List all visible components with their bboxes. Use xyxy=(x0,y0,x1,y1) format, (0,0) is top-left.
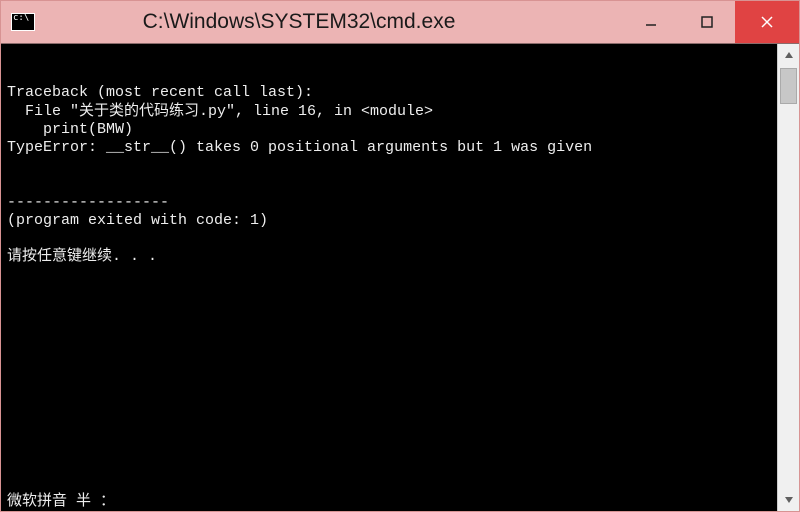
sysicon-label: c:\ xyxy=(12,14,29,23)
console-line xyxy=(7,230,771,248)
console-line: Traceback (most recent call last): xyxy=(7,84,771,102)
console-line: ------------------ xyxy=(7,194,771,212)
scroll-thumb[interactable] xyxy=(780,68,797,104)
maximize-button[interactable] xyxy=(679,1,735,43)
minimize-button[interactable] xyxy=(623,1,679,43)
console-line: TypeError: __str__() takes 0 positional … xyxy=(7,139,771,157)
console-output[interactable]: Traceback (most recent call last): File … xyxy=(1,44,777,511)
window-title: C:\Windows\SYSTEM32\cmd.exe xyxy=(0,10,623,34)
console-line xyxy=(7,157,771,175)
console-line: print(BMW) xyxy=(7,121,771,139)
console-line xyxy=(7,175,771,193)
system-menu-icon[interactable]: c:\ xyxy=(11,13,35,31)
scroll-down-button[interactable] xyxy=(778,489,799,511)
console-line: 请按任意键继续. . . xyxy=(7,248,771,266)
scroll-up-button[interactable] xyxy=(778,44,799,66)
console-line: (program exited with code: 1) xyxy=(7,212,771,230)
vertical-scrollbar[interactable] xyxy=(777,44,799,511)
titlebar[interactable]: c:\ C:\Windows\SYSTEM32\cmd.exe xyxy=(1,1,799,43)
close-button[interactable] xyxy=(735,1,799,43)
cmd-window: c:\ C:\Windows\SYSTEM32\cmd.exe Tracebac… xyxy=(0,0,800,512)
ime-status: 微软拼音 半 ： xyxy=(7,491,115,509)
console-line: File "关于类的代码练习.py", line 16, in <module> xyxy=(7,103,771,121)
client-area: Traceback (most recent call last): File … xyxy=(1,43,799,511)
window-buttons xyxy=(623,1,799,43)
